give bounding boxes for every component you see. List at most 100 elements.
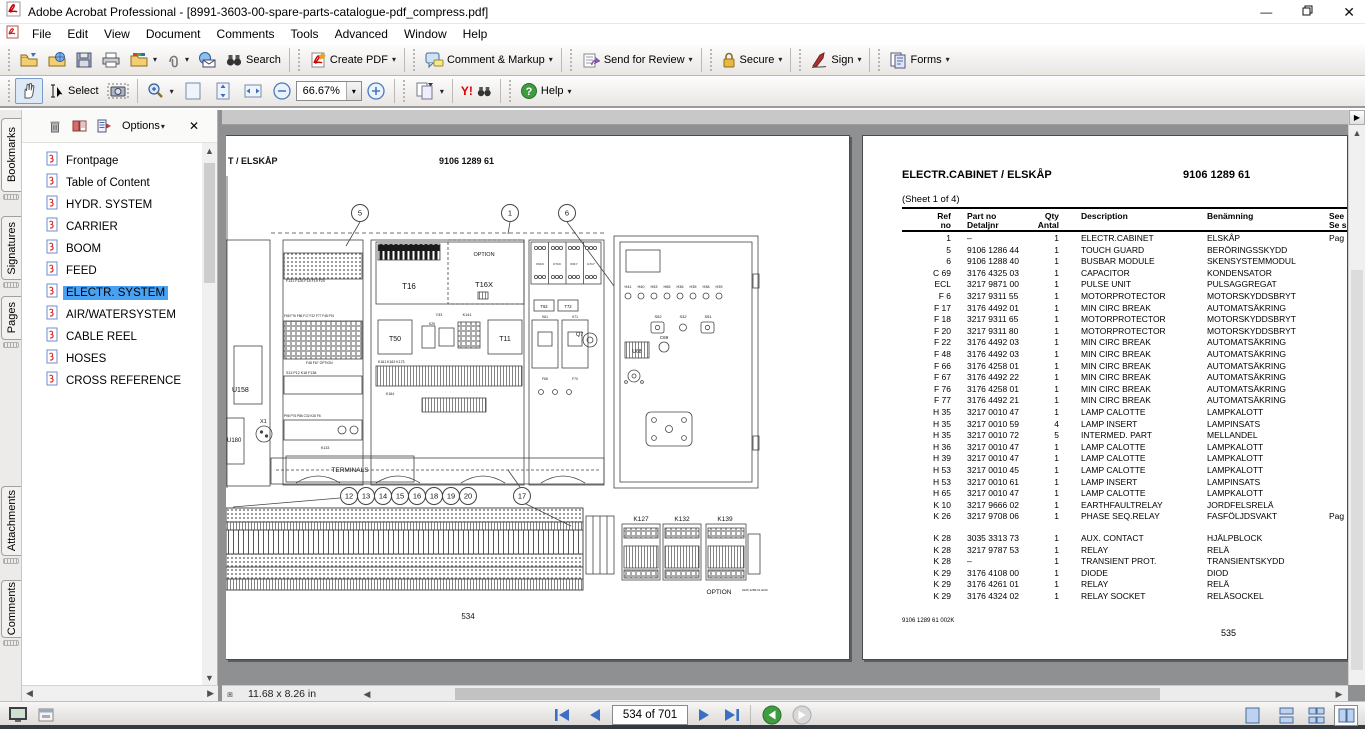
continuous-layout-icon[interactable]	[1274, 705, 1298, 726]
save-button[interactable]	[71, 48, 97, 72]
next-view-button[interactable]	[790, 705, 814, 725]
select-tool-button[interactable]: Select	[43, 79, 103, 103]
scroll-right-icon[interactable]: ▶	[1332, 686, 1346, 701]
restore-icon[interactable]	[1302, 5, 1313, 19]
print-button[interactable]	[97, 48, 125, 72]
help-button[interactable]: ?Help▾	[516, 79, 576, 103]
menu-comments[interactable]: Comments	[209, 25, 283, 43]
send-for-review-button[interactable]: Send for Review▾	[577, 48, 697, 72]
menu-edit[interactable]: Edit	[59, 25, 96, 43]
bookmark-item-table-of-content[interactable]: Table of Content	[22, 172, 202, 194]
close-panel-icon[interactable]: ✕	[189, 119, 199, 133]
tab-bookmarks[interactable]: Bookmarks	[1, 118, 21, 192]
secure-button[interactable]: Secure▾	[717, 48, 787, 72]
scroll-down-icon[interactable]: ▼	[202, 670, 217, 685]
bookmark-item-air-watersystem[interactable]: AIR/WATERSYSTEM	[22, 304, 202, 326]
menu-file[interactable]: File	[24, 25, 59, 43]
options-menu-button[interactable]: Options▾	[122, 120, 165, 132]
page-number-input[interactable]: 534 of 701	[612, 705, 688, 725]
scroll-up-icon[interactable]: ▲	[1349, 125, 1365, 140]
zoom-in-button[interactable]	[362, 78, 390, 104]
chevron-down-icon[interactable]: ▾	[346, 82, 361, 100]
attach-button[interactable]: ▾	[161, 48, 193, 72]
previous-page-button[interactable]	[583, 705, 607, 725]
email-button[interactable]	[193, 48, 221, 72]
reading-mode-icon[interactable]	[38, 708, 54, 727]
toolbar-grip[interactable]	[798, 49, 803, 71]
toolbar-grip[interactable]	[569, 49, 574, 71]
zoom-level-combo[interactable]: 66.67%▾	[296, 81, 362, 101]
snapshot-button[interactable]	[103, 78, 133, 104]
fit-page-button[interactable]	[208, 77, 238, 105]
fullscreen-view-icon[interactable]	[8, 706, 28, 729]
organizer-button[interactable]: ▾	[125, 48, 161, 72]
toolbar-grip[interactable]	[877, 49, 882, 71]
forms-button[interactable]: Forms▾	[885, 48, 953, 72]
bookmark-item-hydr-system[interactable]: HYDR. SYSTEM	[22, 194, 202, 216]
close-icon[interactable]: ✕	[1343, 4, 1355, 21]
document-hscrollbar[interactable]: ⧆ 11.68 x 8.26 in ◀ ▶	[222, 685, 1348, 701]
scrollbar-thumb[interactable]	[1351, 270, 1363, 670]
search-button[interactable]: Search	[221, 49, 285, 71]
scrollbar-thumb[interactable]	[455, 688, 1160, 700]
scroll-right-icon[interactable]: ▶	[207, 688, 214, 699]
menu-view[interactable]: View	[96, 25, 138, 43]
toolbar-grip[interactable]	[709, 49, 714, 71]
facing-layout-icon[interactable]	[1334, 705, 1358, 726]
first-page-button[interactable]	[550, 705, 574, 725]
sign-button[interactable]: Sign▾	[806, 48, 865, 72]
yahoo-search-button[interactable]: Y!	[457, 81, 496, 101]
menu-advanced[interactable]: Advanced	[327, 25, 396, 43]
scroll-left-icon[interactable]: ◀	[26, 688, 33, 699]
tab-pages[interactable]: Pages	[1, 296, 21, 340]
menu-help[interactable]: Help	[455, 25, 496, 43]
page-display-button[interactable]: ▾	[410, 78, 448, 104]
bookmarks-hscrollbar[interactable]: ◀ ▶	[22, 685, 218, 701]
zoom-in-tool-button[interactable]: ▾	[142, 78, 178, 104]
menu-window[interactable]: Window	[396, 25, 455, 43]
tab-attachments[interactable]: Attachments	[1, 486, 21, 556]
zoom-level-value[interactable]: 66.67%	[297, 85, 346, 97]
bookmark-item-electr-system[interactable]: ELECTR. SYSTEM	[22, 282, 202, 304]
bookmarks-scrollbar[interactable]: ▲ ▼	[202, 143, 217, 685]
bookmark-item-feed[interactable]: FEED	[22, 260, 202, 282]
toolbar-grip[interactable]	[412, 49, 417, 71]
last-page-button[interactable]	[720, 705, 744, 725]
bookmark-item-hoses[interactable]: HOSES	[22, 348, 202, 370]
minimize-icon[interactable]: ―	[1260, 5, 1272, 19]
zoom-out-button[interactable]	[268, 78, 296, 104]
create-pdf-button[interactable]: Create PDF▾	[305, 48, 400, 72]
open-web-button[interactable]	[43, 48, 71, 72]
toolbar-grip[interactable]	[7, 49, 12, 71]
toolbar-overflow-icon[interactable]: ▶	[1349, 110, 1365, 125]
menu-tools[interactable]: Tools	[283, 25, 327, 43]
open-button[interactable]	[15, 48, 43, 72]
hand-tool-button[interactable]	[15, 78, 43, 104]
bookmark-item-carrier[interactable]: CARRIER	[22, 216, 202, 238]
pane-splitter-icon[interactable]: ⧆	[224, 688, 236, 700]
fit-width-button[interactable]	[238, 77, 268, 105]
scroll-left-icon[interactable]: ◀	[360, 686, 374, 701]
actual-size-button[interactable]	[178, 77, 208, 105]
continuous-facing-layout-icon[interactable]	[1304, 705, 1328, 726]
single-page-layout-icon[interactable]	[1240, 705, 1264, 726]
previous-view-button[interactable]	[760, 705, 784, 725]
comment-markup-button[interactable]: Comment & Markup▾	[420, 48, 557, 72]
tab-signatures[interactable]: Signatures	[1, 216, 21, 280]
toolbar-grip[interactable]	[297, 49, 302, 71]
scrollbar-thumb[interactable]	[204, 163, 215, 283]
menu-document[interactable]: Document	[138, 25, 209, 43]
toolbar-grip[interactable]	[402, 80, 407, 102]
toolbar-grip[interactable]	[7, 80, 12, 102]
expand-bookmark-icon[interactable]	[72, 119, 87, 133]
next-page-button[interactable]	[692, 705, 716, 725]
document-vscrollbar[interactable]: ▶ ▲	[1348, 110, 1365, 685]
bookmark-item-cable-reel[interactable]: CABLE REEL	[22, 326, 202, 348]
tab-comments[interactable]: Comments	[1, 580, 21, 638]
new-bookmark-icon[interactable]	[97, 119, 112, 133]
toolbar-grip[interactable]	[508, 80, 513, 102]
bookmark-item-cross-reference[interactable]: CROSS REFERENCE	[22, 370, 202, 392]
bookmark-item-boom[interactable]: BOOM	[22, 238, 202, 260]
bookmark-item-frontpage[interactable]: Frontpage	[22, 150, 202, 172]
scroll-up-icon[interactable]: ▲	[202, 143, 217, 158]
